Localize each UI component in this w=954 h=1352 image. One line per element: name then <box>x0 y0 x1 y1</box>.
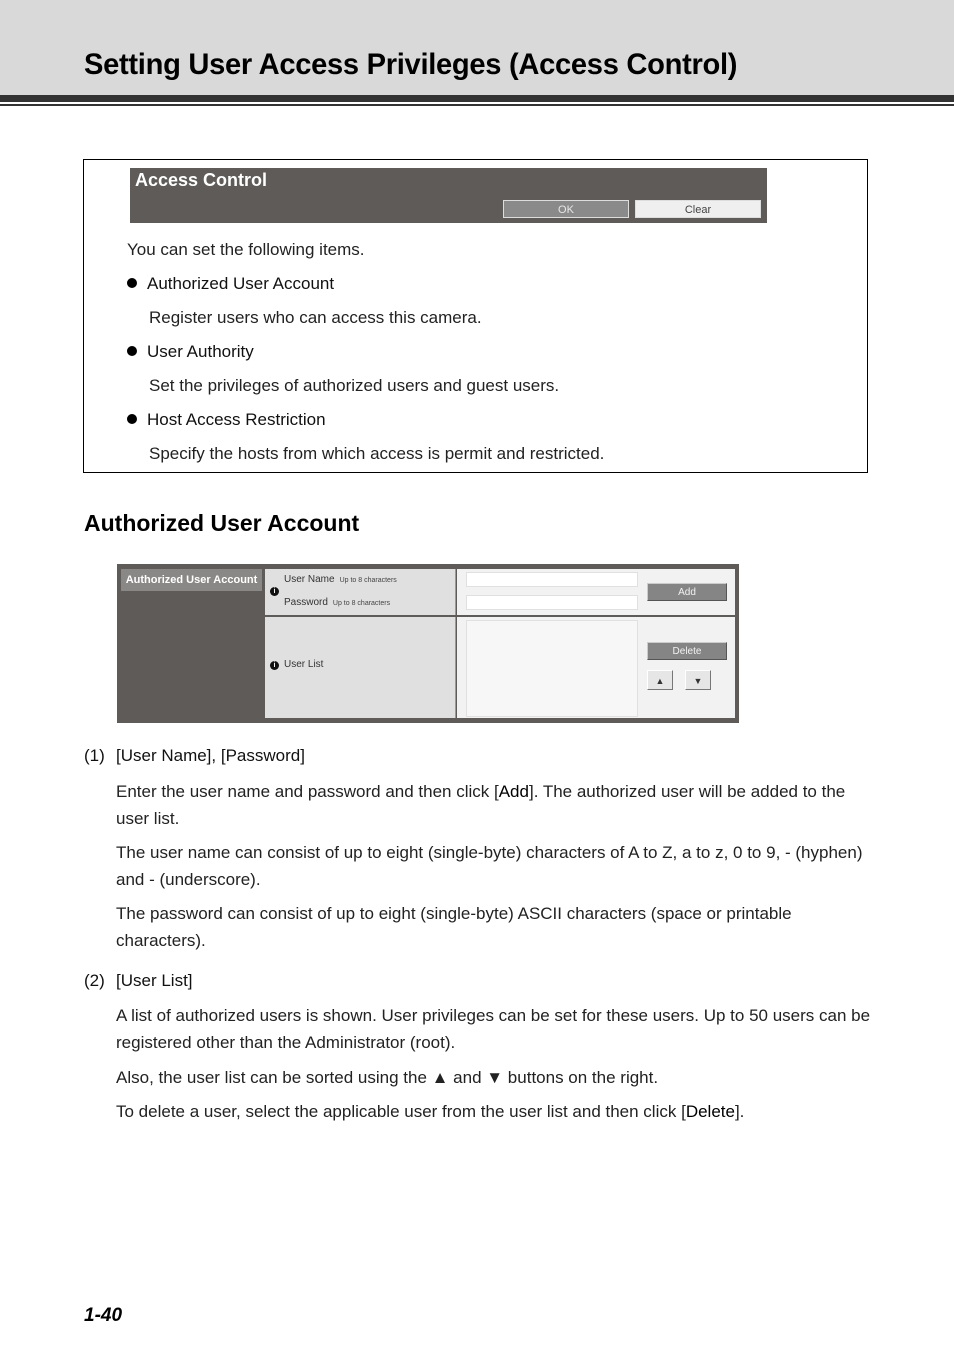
intro-box: Access Control OK Clear You can set the … <box>83 159 868 473</box>
bullet-desc: Set the privileges of authorized users a… <box>149 376 560 395</box>
user-list-cell: Delete ▲ ▼ <box>457 617 735 718</box>
paragraph: Also, the user list can be sorted using … <box>116 1068 659 1087</box>
delete-button[interactable]: Delete <box>647 642 727 660</box>
paragraph-text: ]. <box>734 1102 745 1121</box>
paragraph: The password can consist of up to eight … <box>116 904 792 950</box>
paragraph: The user name can consist of up to eight… <box>116 843 863 889</box>
bullet-label: Authorized User Account <box>147 274 335 293</box>
bullet-icon <box>127 346 137 356</box>
item-heading-text: [User List] <box>116 971 193 990</box>
user-name-label: User Name Up to 8 characters <box>284 574 397 585</box>
bullet-label: Host Access Restriction <box>147 410 326 429</box>
item-number: (2) <box>84 971 105 990</box>
bullet-icon <box>127 414 137 424</box>
item-number: (1) <box>84 746 105 765</box>
item-heading-text: [User Name], [Password] <box>116 746 305 765</box>
user-list-label: User List <box>284 659 324 670</box>
triangle-up-icon: ▲ <box>655 676 665 686</box>
paragraph: A list of authorized users is shown. Use… <box>116 1006 871 1052</box>
password-label: Password Up to 8 characters <box>284 597 390 608</box>
user-list-box[interactable] <box>466 620 638 717</box>
triangle-down-icon: ▼ <box>693 676 703 686</box>
bullet-item: User Authority <box>127 342 254 362</box>
section-heading: Authorized User Account <box>84 510 360 536</box>
bullet-item: Host Access Restriction <box>127 410 326 430</box>
move-down-button[interactable]: ▼ <box>685 670 711 690</box>
info-icon[interactable]: i <box>270 587 279 596</box>
credentials-label-cell: i User Name Up to 8 characters Password Up… <box>265 569 456 615</box>
move-up-button[interactable]: ▲ <box>647 670 673 690</box>
clear-button[interactable]: Clear <box>635 200 761 218</box>
info-icon[interactable]: i <box>270 661 279 670</box>
user-account-label: Authorized User Account <box>121 569 262 591</box>
item-heading: (2) [User List] <box>84 971 193 991</box>
bullet-label: User Authority <box>147 342 254 361</box>
paragraph-text: To delete a user, select the applicable … <box>116 1102 686 1121</box>
paragraph: Enter the user name and password and the… <box>116 778 871 832</box>
header-rule-thin <box>0 104 954 106</box>
password-label-text: Password <box>284 597 328 608</box>
page-number: 1-40 <box>84 1305 123 1326</box>
user-name-hint: Up to 8 characters <box>339 577 397 584</box>
credentials-input-cell: Add <box>457 569 735 615</box>
ok-button[interactable]: OK <box>503 200 629 218</box>
bullet-icon <box>127 278 137 288</box>
password-input[interactable] <box>466 595 638 610</box>
item-heading: (1) [User Name], [Password] <box>84 746 305 766</box>
user-account-panel: Authorized User Account i User Name Up to… <box>117 564 739 723</box>
user-name-label-text: User Name <box>284 574 335 585</box>
intro-lead: You can set the following items. <box>127 240 365 259</box>
add-reference: Add <box>498 782 529 801</box>
user-name-input[interactable] <box>466 572 638 587</box>
bullet-item: Authorized User Account <box>127 274 334 294</box>
bullet-desc: Specify the hosts from which access is p… <box>149 444 605 463</box>
page-title: Setting User Access Privileges (Access C… <box>84 48 738 81</box>
header-rule-thick <box>0 95 954 102</box>
add-button[interactable]: Add <box>647 583 727 601</box>
password-hint: Up to 8 characters <box>332 600 391 607</box>
delete-reference: Delete <box>685 1102 735 1121</box>
access-control-panel: Access Control OK Clear <box>130 168 767 223</box>
user-list-label-cell: i User List <box>265 617 456 718</box>
access-control-title: Access Control <box>135 170 268 190</box>
paragraph-text: Enter the user name and password and the… <box>116 782 499 801</box>
paragraph: To delete a user, select the applicable … <box>116 1098 871 1125</box>
bullet-desc: Register users who can access this camer… <box>149 308 482 327</box>
